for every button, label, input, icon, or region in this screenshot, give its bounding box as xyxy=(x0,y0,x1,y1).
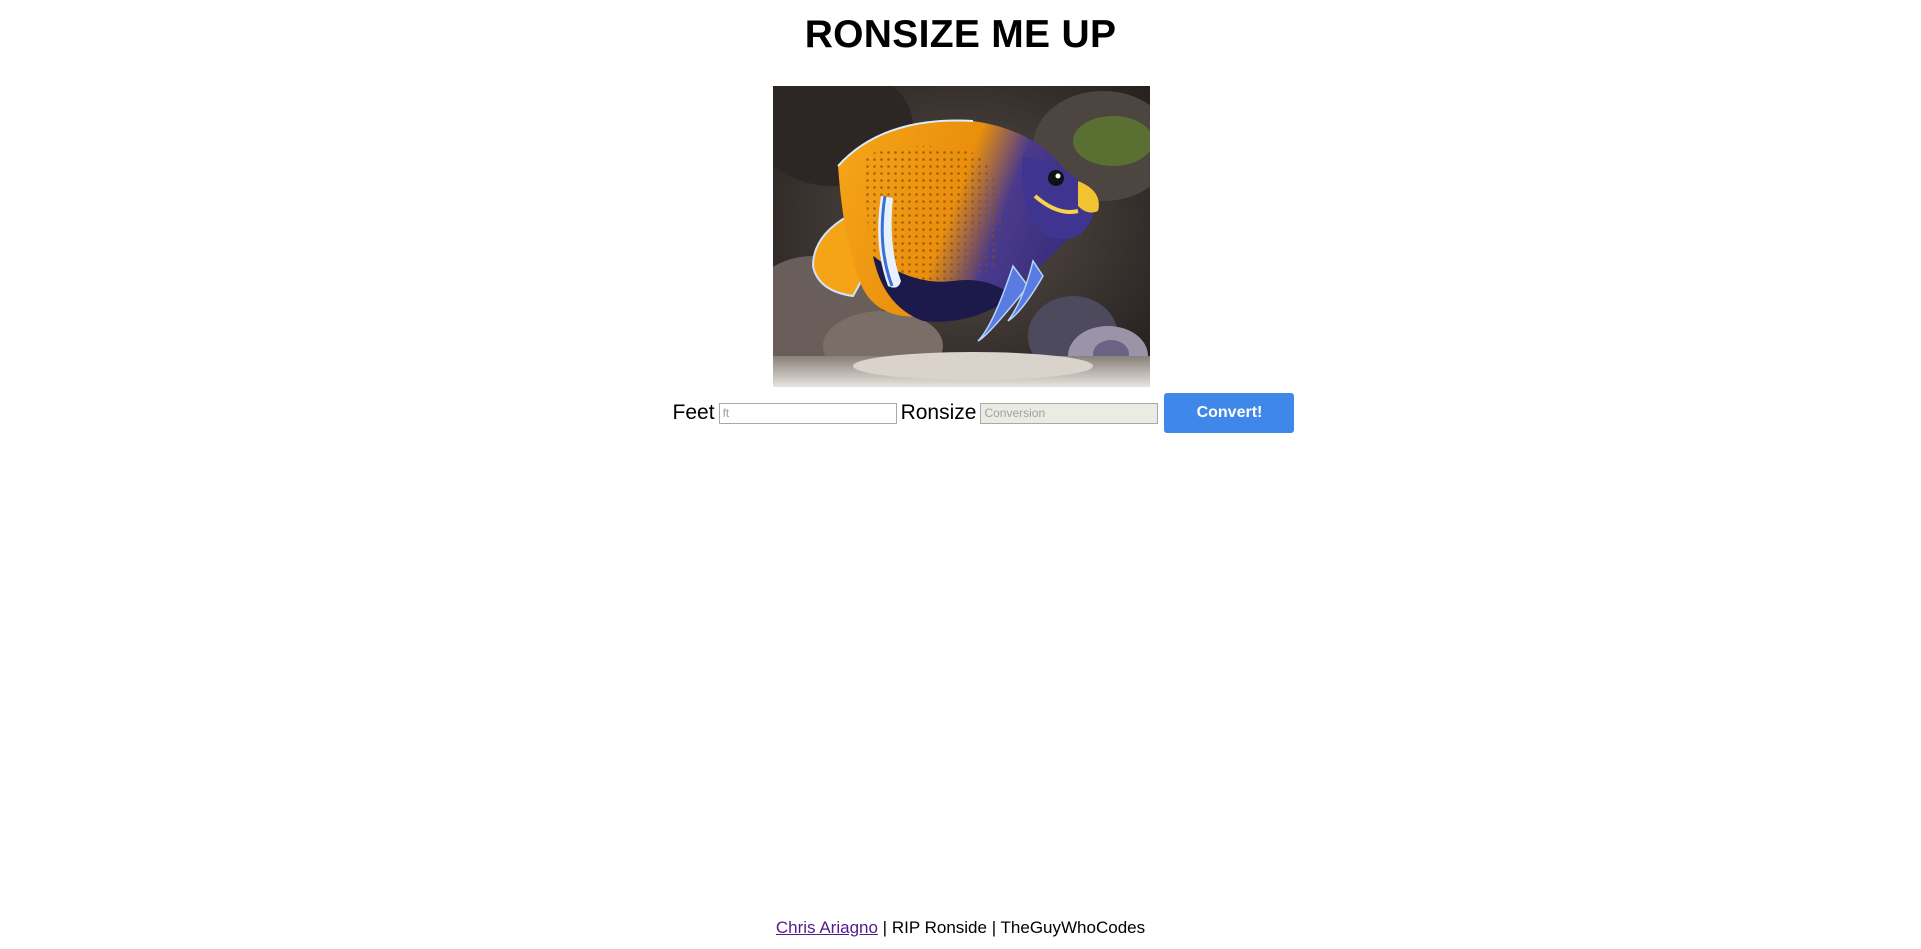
feet-input[interactable] xyxy=(718,402,897,424)
ronsize-output-field[interactable] xyxy=(980,402,1159,424)
fish-image xyxy=(773,86,1150,387)
author-link[interactable]: Chris Ariagno xyxy=(776,918,878,937)
conversion-form: Feet Ronsize Convert! xyxy=(0,393,1921,433)
convert-button[interactable]: Convert! xyxy=(1164,393,1295,433)
footer-tribute: RIP Ronside xyxy=(891,918,987,937)
footer: Chris Ariagno | RIP Ronside | TheGuyWhoC… xyxy=(0,918,1921,938)
ronsize-label: Ronsize xyxy=(900,401,977,424)
footer-separator: | xyxy=(877,918,892,937)
footer-brand: TheGuyWhoCodes xyxy=(1000,918,1146,937)
page-title: RONSIZE ME UP xyxy=(804,13,1117,56)
feet-label: Feet xyxy=(672,401,715,424)
page: RONSIZE ME UP Feet ft Ronsize Conversion… xyxy=(0,0,1921,949)
footer-separator: | xyxy=(986,918,1001,937)
